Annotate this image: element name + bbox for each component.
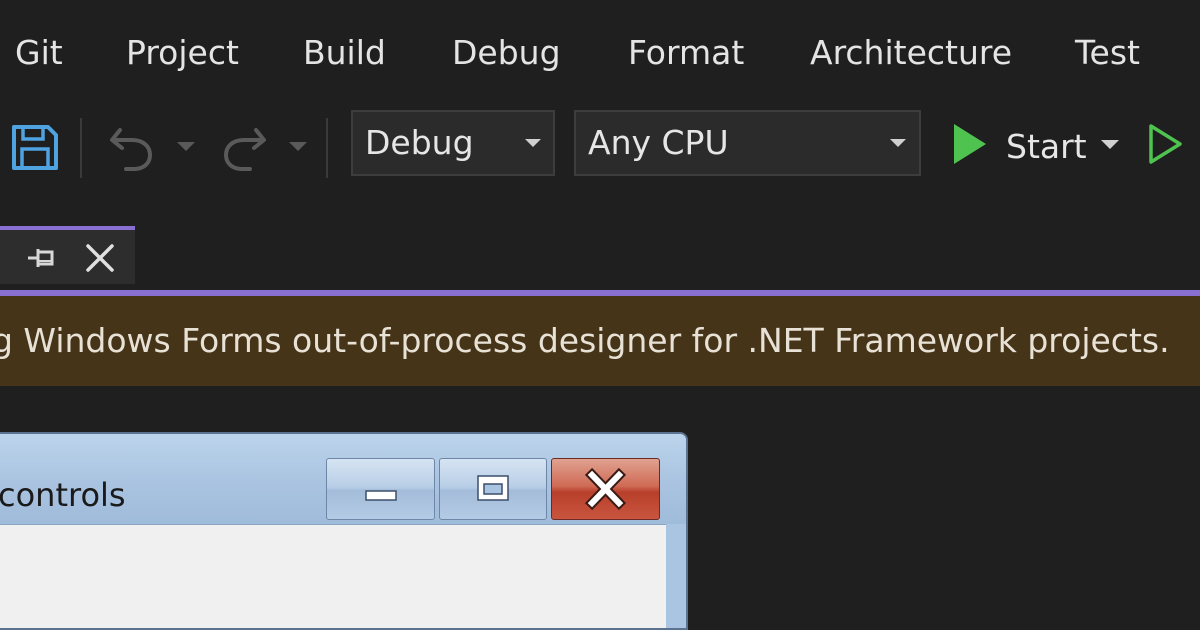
form-close-button[interactable]	[551, 458, 660, 520]
undo-dropdown-icon[interactable]	[174, 138, 198, 154]
info-bar-message: g Windows Forms out-of-process designer …	[0, 321, 1170, 360]
form-title: controls	[0, 476, 126, 514]
solution-platform-value: Any CPU	[588, 123, 729, 162]
pin-icon[interactable]	[24, 240, 60, 276]
menu-build[interactable]: Build	[303, 30, 386, 76]
toolbar-separator	[80, 118, 82, 178]
redo-icon[interactable]	[220, 120, 270, 172]
menu-format[interactable]: Format	[628, 30, 744, 76]
save-icon[interactable]	[10, 122, 60, 172]
solution-configuration-dropdown[interactable]: Debug	[351, 110, 555, 176]
start-dropdown-icon[interactable]	[1098, 136, 1122, 152]
maximize-icon	[477, 475, 509, 501]
close-icon	[584, 467, 627, 511]
menu-bar: Git Project Build Debug Format Architect…	[0, 0, 1200, 104]
form-client-area	[0, 524, 666, 628]
start-play-icon[interactable]	[950, 122, 990, 166]
menu-test[interactable]: Test	[1075, 30, 1140, 76]
menu-architecture[interactable]: Architecture	[810, 30, 1012, 76]
document-tab[interactable]	[0, 226, 135, 284]
undo-icon[interactable]	[106, 120, 156, 172]
menu-project[interactable]: Project	[126, 30, 239, 76]
chevron-down-icon	[886, 112, 910, 174]
minimize-icon	[365, 490, 397, 501]
menu-debug[interactable]: Debug	[452, 30, 561, 76]
solution-platform-dropdown[interactable]: Any CPU	[574, 110, 921, 176]
redo-dropdown-icon[interactable]	[286, 138, 310, 154]
start-button-label[interactable]: Start	[1006, 120, 1087, 174]
info-bar: g Windows Forms out-of-process designer …	[0, 296, 1200, 386]
start-without-debugging-icon[interactable]	[1146, 122, 1186, 166]
solution-configuration-value: Debug	[365, 123, 474, 162]
menu-git[interactable]: Git	[15, 30, 63, 76]
close-icon[interactable]	[82, 240, 118, 276]
toolbar-separator	[326, 118, 328, 178]
form-maximize-button[interactable]	[439, 458, 547, 520]
form-minimize-button[interactable]	[326, 458, 435, 520]
form-preview-window[interactable]: controls	[0, 432, 688, 630]
chevron-down-icon	[521, 112, 545, 174]
document-tab-strip	[0, 188, 1200, 292]
